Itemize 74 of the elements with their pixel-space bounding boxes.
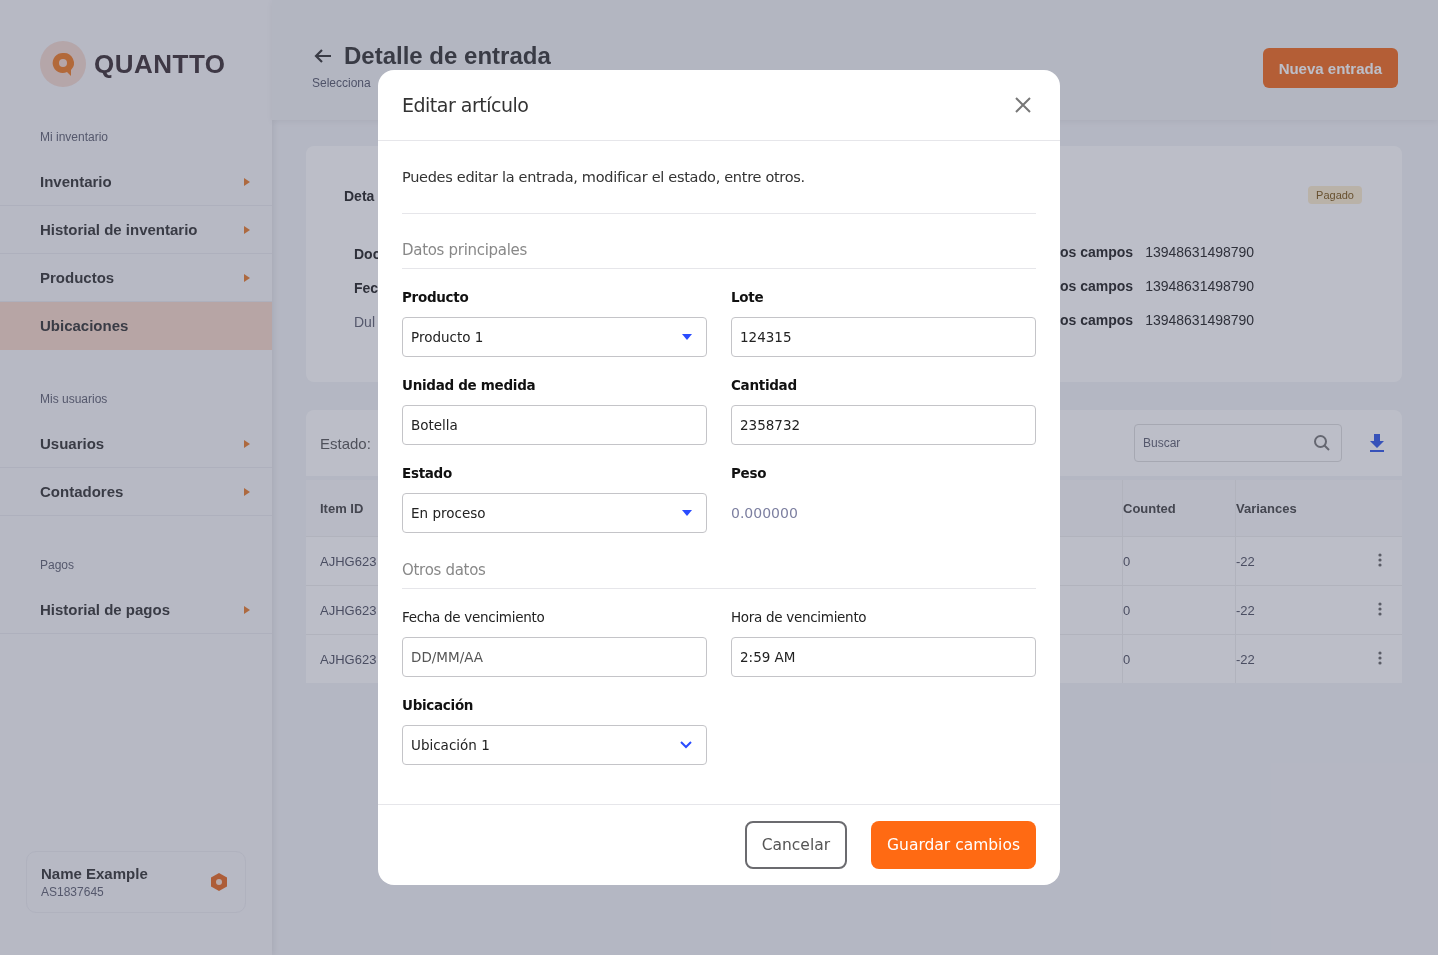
logo-icon (40, 41, 86, 87)
section-title: Otros datos (402, 533, 1036, 589)
table-cell: 0 (1122, 537, 1235, 585)
more-icon[interactable] (1378, 601, 1382, 616)
field-name: os campos (1060, 278, 1134, 296)
field-value: 0.000000 (731, 504, 799, 523)
cancel-button[interactable]: Cancelar (744, 821, 848, 869)
column-header: Variances (1235, 480, 1378, 536)
column-header: Item ID (319, 500, 365, 516)
sidebar-item[interactable]: Usuarios (0, 420, 272, 468)
dialog-description: Puedes editar la entrada, modificar el estado, entre otros. (402, 141, 1036, 214)
logo-text: QUANTTO (94, 48, 226, 80)
caret-icon (682, 334, 692, 340)
page-title: Detalle de entrada (344, 42, 551, 70)
search-field[interactable]: Buscar (1134, 424, 1342, 462)
input-field[interactable]: DD/MM/AA (402, 637, 707, 677)
field-label: Hora de vencimiento (731, 608, 868, 627)
table-cell-text: AJHG623 (319, 651, 378, 667)
input-field[interactable]: Botella (402, 405, 707, 445)
table-cell: -22 (1235, 586, 1378, 634)
close-icon[interactable] (1015, 97, 1031, 113)
select-field[interactable]: Ubicación 1 (402, 725, 707, 765)
caret-icon (682, 510, 692, 516)
field-label: Dul (353, 314, 376, 332)
section-title: Datos principales (402, 214, 1036, 269)
sidebar-item[interactable]: Inventario (0, 158, 272, 206)
table-cell: -22 (1235, 635, 1378, 683)
field-label: Cantidad (731, 376, 798, 395)
field-label: Fec (353, 280, 378, 298)
field-label: Lote (731, 288, 765, 307)
dialog-title: Editar artículo (402, 94, 529, 116)
section-title: Pagos (39, 557, 76, 574)
sidebar-item[interactable]: Ubicaciones (0, 302, 272, 350)
select-field[interactable]: En proceso (402, 493, 707, 533)
page-subtitle: Selecciona (312, 76, 372, 90)
download-icon[interactable] (1370, 434, 1384, 452)
table-cell: -22 (1235, 537, 1378, 585)
field-label: Ubicación (402, 696, 475, 715)
more-icon[interactable] (1378, 650, 1382, 665)
settings-icon[interactable] (209, 872, 229, 892)
user-id: AS1837645 (41, 885, 105, 899)
table-cell-text: AJHG623 (319, 553, 378, 569)
table-cell: 0 (1122, 586, 1235, 634)
sidebar-item[interactable]: Historial de inventario (0, 206, 272, 254)
field-label: Unidad de medida (402, 376, 537, 395)
field-label: Estado (402, 464, 453, 483)
save-button[interactable]: Guardar cambios (871, 821, 1036, 869)
input-field[interactable]: 2:59 AM (731, 637, 1036, 677)
search-icon (1313, 434, 1331, 452)
section-title: Mi inventario (39, 129, 110, 146)
field-name: os campos (1060, 312, 1134, 330)
back-arrow-icon[interactable] (314, 48, 332, 64)
table-cell: 0 (1122, 635, 1235, 683)
field-label: Fecha de vencimiento (402, 608, 546, 627)
field-label: Peso (731, 464, 768, 483)
table-cell-text: AJHG623 (319, 602, 378, 618)
field-value: 13948631498790 (1145, 278, 1255, 296)
input-field[interactable]: 2358732 (731, 405, 1036, 445)
card-heading: Deta (344, 187, 376, 206)
status-badge: Pagado (1308, 186, 1362, 204)
field-label: Producto (402, 288, 470, 307)
section-title: Mis usuarios (39, 391, 109, 408)
sidebar-item[interactable]: Historial de pagos (0, 586, 272, 634)
input-field[interactable]: 124315 (731, 317, 1036, 357)
column-header: Counted (1122, 480, 1235, 536)
sidebar-item[interactable]: Contadores (0, 468, 272, 516)
field-value: 13948631498790 (1145, 244, 1255, 262)
more-icon[interactable] (1378, 552, 1382, 567)
user-name: Name Example (41, 865, 148, 882)
field-value: 13948631498790 (1145, 312, 1255, 330)
field-name: os campos (1060, 244, 1134, 262)
chevron-down-icon (680, 741, 692, 749)
filter-label: Estado: (320, 434, 371, 452)
select-field[interactable]: Producto 1 (402, 317, 707, 357)
